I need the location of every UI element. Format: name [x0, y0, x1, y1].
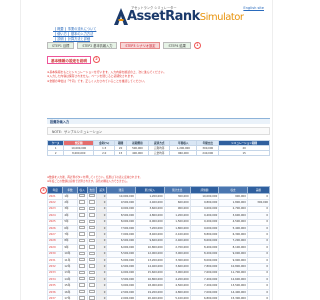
- warning-box: ※基本情報をもとにシミュレーションを行います。入力内容を確認の上、次に進んでくだ…: [47, 70, 270, 88]
- value-cell: 5,100,000: [163, 295, 191, 300]
- warning-line-3: ※金額の単位は「千円」です。正しく入力されていることを確認してください。: [47, 78, 147, 83]
- data-header-cell: 支出: [86, 186, 98, 194]
- data-header-cell: 差額: [246, 186, 271, 194]
- settings-cell[interactable]: 8,000,000: [63, 150, 95, 156]
- input-box[interactable]: [88, 296, 95, 300]
- data-header-cell: 収入: [76, 186, 88, 194]
- settings-table: ケース 想定額 金利(%) 期間 初期費用 返済方式 年間収入 年間支出 シミュ…: [46, 140, 270, 156]
- settings-cell[interactable]: 400,000: [125, 150, 150, 156]
- term-cell: 17年: [62, 295, 78, 300]
- page-frame: アセットランク シミュレーター AssetRankSimulator Engli…: [20, 0, 273, 300]
- data-header-cell: 収支: [218, 186, 248, 194]
- note-line-2: ※年度ごとの数値は自動で計算されます。灰色の欄は入力できません。: [47, 180, 130, 183]
- settings-cell[interactable]: 2: [46, 150, 65, 156]
- settings-cell[interactable]: 240,000: [196, 150, 220, 156]
- input-box[interactable]: [78, 264, 85, 268]
- input-box[interactable]: [88, 200, 95, 204]
- notes: ※数値を入力後、再計算ボタンを押してください。結果は下の表に反映されます。 ※年…: [47, 176, 270, 184]
- tab-step-1[interactable]: STEP1 目標: [47, 41, 75, 49]
- input-box[interactable]: [88, 270, 95, 275]
- value-cell: 6,800,000: [189, 295, 220, 300]
- data-header-cell: 返済: [96, 186, 108, 194]
- table-row: 2037 17年 0 2,000,000 20,400,000 5,100,000 6,80…: [46, 295, 271, 300]
- logo-text: AssetRankSimulator: [127, 9, 244, 24]
- tab-step-4[interactable]: STEP4 結果: [163, 41, 191, 49]
- data-header-row: 年度 年数 収入 支出 返済 残高 累計収入 累計支出 評価額 収支 差額: [46, 186, 271, 194]
- input-box[interactable]: [88, 219, 95, 223]
- step-tabs: STEP1 目標 STEP2 基本情報入力 STEP3 シナリオ設定 STEP4…: [47, 41, 201, 49]
- input-box[interactable]: [78, 206, 85, 211]
- input-box[interactable]: [88, 194, 95, 198]
- step-hint-badge: 1: [193, 41, 201, 49]
- input-box[interactable]: [78, 296, 85, 300]
- data-header-cell: 年度: [46, 186, 64, 194]
- data-header-cell: 評価額: [189, 186, 220, 194]
- input-box[interactable]: [88, 225, 95, 230]
- settings-cell[interactable]: 元金均等: [148, 150, 171, 156]
- input-box[interactable]: [78, 289, 85, 294]
- input-box[interactable]: [78, 225, 85, 230]
- input-box[interactable]: [78, 277, 85, 281]
- data-header-cell: 累計支出: [163, 186, 191, 194]
- settings-row: 2 8,000,000 2.0 15 400,000 元金均等 960,000 …: [46, 150, 270, 156]
- expense-input[interactable]: [86, 295, 98, 300]
- input-box[interactable]: [78, 283, 85, 287]
- value-cell: 20,400,000: [135, 295, 165, 300]
- input-box[interactable]: [78, 200, 85, 204]
- income-input[interactable]: [76, 295, 88, 300]
- value-cell: 0: [246, 295, 271, 300]
- section-hint-badge: 2: [93, 56, 100, 63]
- input-box[interactable]: [78, 232, 85, 236]
- input-box[interactable]: [78, 238, 85, 243]
- input-box[interactable]: [88, 257, 95, 262]
- input-box[interactable]: [88, 277, 95, 281]
- input-box[interactable]: [78, 219, 85, 223]
- app-logo[interactable]: アセットランク シミュレーター AssetRankSimulator: [113, 5, 244, 27]
- input-box[interactable]: [88, 232, 95, 236]
- input-box[interactable]: [78, 194, 85, 198]
- data-header-cell: 残高: [106, 186, 137, 194]
- input-box[interactable]: [78, 257, 85, 262]
- plan-label: NOTE：サンプルシミュレーション: [47, 127, 270, 135]
- input-box[interactable]: [88, 289, 95, 294]
- section1-title-text: 基本情報の設定を説明: [51, 59, 87, 63]
- value-cell: 2,000,000: [106, 295, 137, 300]
- input-box[interactable]: [78, 270, 85, 275]
- settings-cell[interactable]: 2.0: [93, 150, 116, 156]
- header-links: 【 概要 】事業の流れについて 【 使い方 】基本の入力方法 【 説明 】計算方…: [53, 27, 253, 42]
- repayment-cell: 0: [96, 295, 108, 300]
- tab-step-2[interactable]: STEP2 基本情報入力: [77, 41, 118, 49]
- input-box[interactable]: [78, 213, 85, 217]
- year-cell: 2037: [46, 295, 64, 300]
- input-box[interactable]: [88, 264, 95, 268]
- input-box[interactable]: [88, 245, 95, 249]
- value-cell: 15,300,000: [218, 295, 248, 300]
- section1-title: 基本情報の設定を説明: [47, 56, 91, 64]
- settings-header-row: ケース 想定額 金利(%) 期間 初期費用 返済方式 年間収入 年間支出 シミュ…: [46, 140, 270, 146]
- section2-header: 投資計画入力: [47, 118, 270, 124]
- logo-name: AssetRank: [127, 9, 200, 24]
- tab-step-3[interactable]: STEP3 シナリオ設定: [120, 41, 161, 49]
- table-hint-badge: 3: [40, 187, 47, 194]
- annual-data-table: 年度 年数 収入 支出 返済 残高 累計収入 累計支出 評価額 収支 差額 2021 1年 0 10,00…: [46, 186, 271, 300]
- data-body: 2021 1年 0 10,000,000 1,200,000 300,000 10,000,…: [46, 192, 271, 300]
- logo-suffix: Simulator: [199, 12, 244, 23]
- settings-cell[interactable]: 15: [218, 150, 270, 156]
- input-box[interactable]: [88, 283, 95, 287]
- settings-cell[interactable]: 15: [114, 150, 127, 156]
- input-box[interactable]: [78, 245, 85, 249]
- input-box[interactable]: [88, 238, 95, 243]
- input-box[interactable]: [88, 251, 95, 255]
- input-box[interactable]: [88, 206, 95, 211]
- input-box[interactable]: [88, 213, 95, 217]
- settings-cell[interactable]: 960,000: [169, 150, 198, 156]
- data-header-cell: 年数: [62, 186, 78, 194]
- data-header-cell: 累計収入: [135, 186, 165, 194]
- language-link[interactable]: English site: [243, 6, 264, 10]
- input-box[interactable]: [78, 251, 85, 255]
